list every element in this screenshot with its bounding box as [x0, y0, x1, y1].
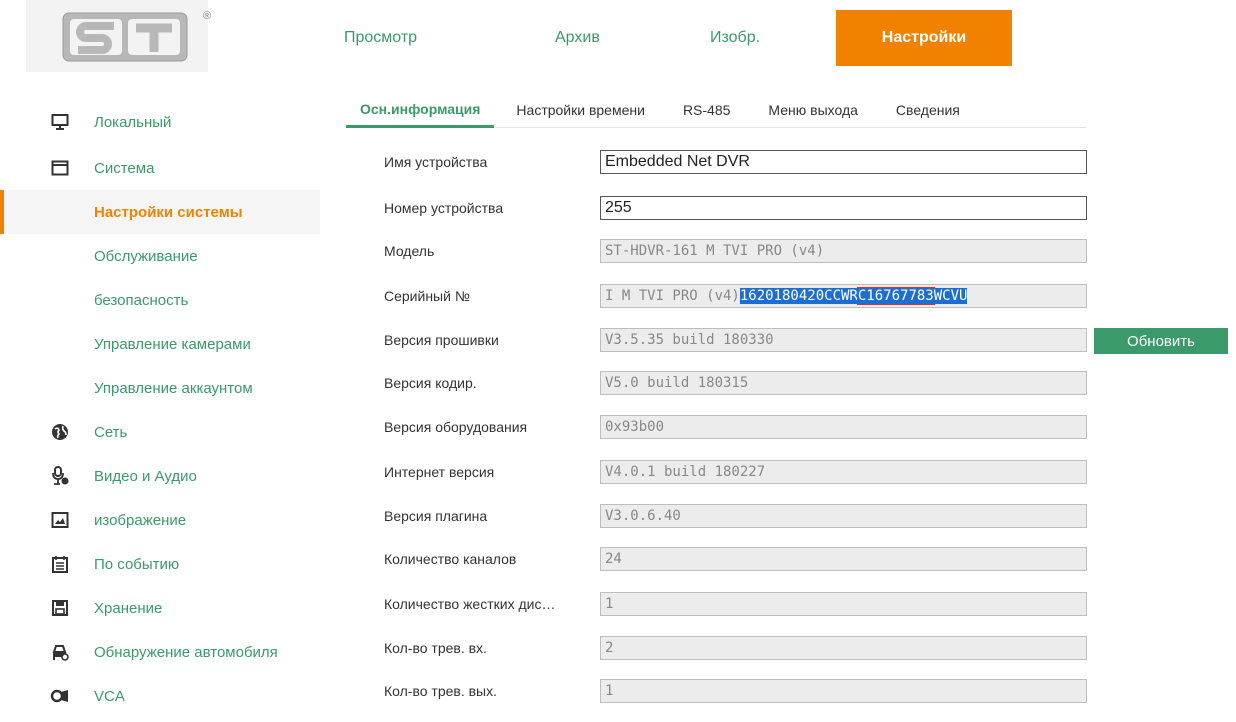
update-button[interactable]: Обновить [1094, 328, 1228, 354]
sidebar-item-label: Хранение [94, 599, 163, 617]
hdd-field[interactable]: 1 [600, 592, 1087, 616]
calendar-icon [50, 554, 70, 574]
window-icon [50, 158, 70, 178]
sidebar-item-system[interactable]: Система [0, 146, 320, 190]
row-plugin: Версия плагина V3.0.6.40 [384, 504, 1234, 530]
sidebar-item-label: изображение [94, 511, 187, 529]
tab-basic-info[interactable]: Осн.информация [346, 92, 495, 128]
encoding-field[interactable]: V5.0 build 180315 [600, 371, 1087, 395]
plugin-field[interactable]: V3.0.6.40 [600, 504, 1087, 528]
sidebar-item-label: Локальный [94, 113, 172, 131]
monitor-icon [50, 112, 70, 132]
sidebar-item-label: Сеть [94, 423, 128, 441]
row-firmware: Версия прошивки V3.5.35 build 180330 Обн… [384, 328, 1234, 354]
tab-rs485[interactable]: RS-485 [683, 92, 730, 128]
firmware-field[interactable]: V3.5.35 build 180330 [600, 328, 1087, 352]
sidebar-item-local[interactable]: Локальный [0, 98, 320, 146]
row-alarm-out: Кол-во трев. вых. 1 [384, 679, 1234, 705]
sidebar-item-label: Управление аккаунтом [94, 379, 253, 397]
row-device-number: Номер устройства [384, 196, 1234, 222]
sidebar-item-maintenance[interactable]: Обслуживание [0, 234, 320, 278]
row-web-version: Интернет версия V4.0.1 build 180227 [384, 460, 1234, 486]
row-channels: Количество каналов 24 [384, 547, 1234, 573]
row-hdd: Количество жестких дис… 1 [384, 592, 1234, 618]
sidebar-item-security[interactable]: безопасность [0, 278, 320, 322]
sidebar-item-image[interactable]: изображение [0, 498, 320, 542]
sidebar-item-label: VCA [94, 687, 125, 705]
globe-icon [50, 422, 70, 442]
serial-field[interactable]: I M TVI PRO (v4)1620180420CCWRC16767783W… [600, 284, 1087, 308]
tab-menu-output[interactable]: Меню выхода [768, 92, 858, 128]
sidebar-item-label: По событию [94, 555, 180, 573]
plugin-label: Версия плагина [384, 508, 488, 524]
sidebar-item-storage[interactable]: Хранение [0, 586, 320, 630]
tab-archive[interactable]: Архив [515, 10, 677, 66]
sidebar-item-label: безопасность [94, 291, 189, 309]
model-field[interactable]: ST-HDVR-161 M TVI PRO (v4) [600, 239, 1087, 263]
sidebar-item-label: Видео и Аудио [94, 467, 197, 485]
web-version-field[interactable]: V4.0.1 build 180227 [600, 460, 1087, 484]
device-number-label: Номер устройства [384, 200, 504, 216]
alarm-in-field[interactable]: 2 [600, 636, 1087, 660]
sidebar-item-network[interactable]: Сеть [0, 410, 320, 454]
car-icon [50, 642, 70, 662]
serial-selection-highlighted: C16767783 [856, 287, 935, 305]
sub-tabs: Осн.информация Настройки времени RS-485 … [346, 92, 1086, 128]
sidebar-item-vca[interactable]: VCA [0, 674, 320, 718]
sidebar-item-camera-management[interactable]: Управление камерами [0, 322, 320, 366]
sidebar-item-label: Обнаружение автомобиля [94, 643, 278, 661]
model-label: Модель [384, 243, 435, 259]
row-device-name: Имя устройства [384, 150, 1234, 176]
logo-area: ® [26, 0, 212, 72]
hdd-label: Количество жестких дис… [384, 596, 556, 612]
alarm-in-label: Кол-во трев. вх. [384, 640, 487, 656]
device-name-label: Имя устройства [384, 154, 488, 170]
channels-label: Количество каналов [384, 551, 517, 567]
firmware-label: Версия прошивки [384, 332, 499, 348]
row-serial: Серийный № I M TVI PRO (v4)1620180420CCW… [384, 284, 1234, 310]
st-logo [62, 12, 188, 62]
audio-video-icon [50, 466, 70, 486]
device-name-input[interactable] [600, 150, 1087, 174]
sidebar-item-video-audio[interactable]: Видео и Аудио [0, 454, 320, 498]
hardware-label: Версия оборудования [384, 419, 528, 435]
image-icon [50, 510, 70, 530]
tab-preview[interactable]: Просмотр [322, 10, 515, 66]
sidebar-item-system-settings[interactable]: Настройки системы [0, 190, 320, 234]
save-icon [50, 598, 70, 618]
serial-selection-2: WCVU [933, 288, 968, 304]
top-bar: ® Просмотр Архив Изобр. Настройки [0, 0, 1236, 75]
row-encoding: Версия кодир. V5.0 build 180315 [384, 371, 1234, 397]
web-version-label: Интернет версия [384, 464, 495, 480]
alarm-out-label: Кол-во трев. вых. [384, 683, 498, 699]
channels-field[interactable]: 24 [600, 547, 1087, 571]
sidebar-item-vehicle-detection[interactable]: Обнаружение автомобиля [0, 630, 320, 674]
row-model: Модель ST-HDVR-161 M TVI PRO (v4) [384, 239, 1234, 265]
serial-prefix: I M TVI PRO (v4) [605, 288, 740, 304]
tab-about[interactable]: Сведения [896, 92, 960, 128]
serial-label: Серийный № [384, 288, 470, 304]
sidebar-item-label: Настройки системы [94, 203, 243, 221]
sidebar-item-account-management[interactable]: Управление аккаунтом [0, 366, 320, 410]
row-hardware: Версия оборудования 0x93b00 [384, 415, 1234, 441]
alarm-out-field[interactable]: 1 [600, 679, 1087, 703]
tab-image[interactable]: Изобр. [677, 10, 836, 66]
registered-mark: ® [203, 10, 212, 22]
sidebar-item-label: Система [94, 159, 155, 177]
serial-selection-1: 1620180420CCWR [739, 288, 858, 304]
tab-settings[interactable]: Настройки [836, 10, 1012, 66]
sidebar-item-label: Обслуживание [94, 247, 198, 265]
sidebar: Локальный Система Настройки системы Обсл… [0, 98, 320, 718]
tab-time-settings[interactable]: Настройки времени [516, 92, 645, 128]
sidebar-item-label: Управление камерами [94, 335, 251, 353]
sidebar-item-event[interactable]: По событию [0, 542, 320, 586]
row-alarm-in: Кол-во трев. вх. 2 [384, 636, 1234, 662]
encoding-label: Версия кодир. [384, 375, 477, 391]
device-number-input[interactable] [600, 196, 1087, 220]
vca-icon [50, 686, 70, 706]
top-navigation: Просмотр Архив Изобр. Настройки [322, 10, 1012, 66]
hardware-field[interactable]: 0x93b00 [600, 415, 1087, 439]
